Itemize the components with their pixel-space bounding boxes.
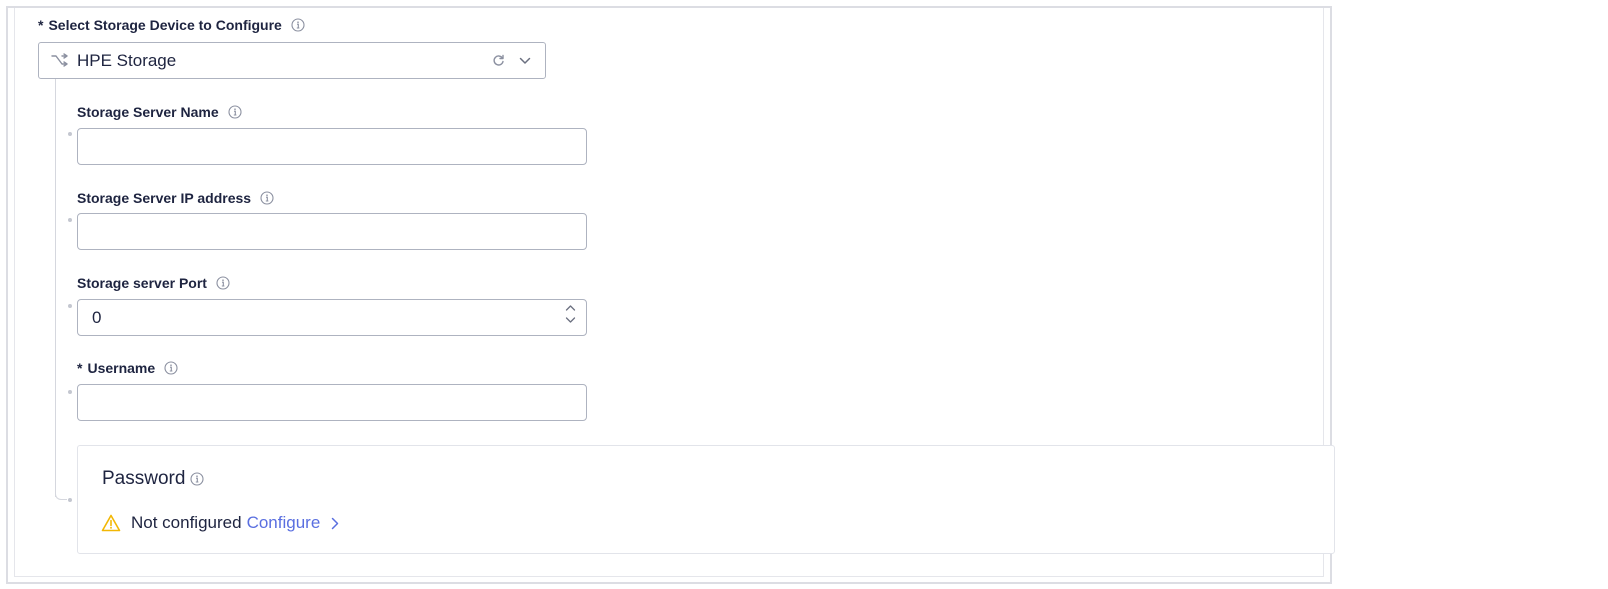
info-icon[interactable]	[291, 18, 305, 32]
server-port-stepper[interactable]	[77, 299, 587, 336]
tree-connector	[55, 79, 56, 497]
chevron-down-icon[interactable]	[519, 57, 531, 65]
tree-branch-end	[55, 492, 67, 500]
device-select-value: HPE Storage	[77, 50, 177, 70]
configure-link-label: Configure	[246, 513, 321, 532]
tree-node-dot	[68, 218, 72, 222]
tree-node-dot	[68, 390, 72, 394]
stepper-controls	[565, 304, 576, 324]
increment-icon[interactable]	[565, 304, 576, 312]
info-icon[interactable]	[228, 105, 242, 119]
server-port-label-text: Storage server Port	[77, 275, 207, 291]
info-icon[interactable]	[164, 361, 178, 375]
configure-link[interactable]: Configure	[247, 513, 340, 533]
server-port-input[interactable]	[78, 300, 538, 335]
warning-icon	[101, 514, 121, 532]
required-marker: *	[38, 17, 44, 33]
username-input[interactable]	[77, 384, 587, 421]
username-label-text: Username	[87, 360, 156, 376]
password-card: Password Not configured Configure	[77, 445, 1335, 554]
server-ip-label: Storage Server IP address	[77, 190, 274, 206]
password-status-text: Not configured	[131, 513, 242, 532]
server-ip-input[interactable]	[77, 213, 587, 250]
device-select-label: * Select Storage Device to Configure	[38, 17, 305, 33]
chevron-right-icon	[331, 517, 339, 530]
decrement-icon[interactable]	[565, 316, 576, 324]
server-name-input[interactable]	[77, 128, 587, 165]
tree-node-dot	[68, 132, 72, 136]
server-name-label: Storage Server Name	[77, 104, 242, 120]
device-select-label-text: Select Storage Device to Configure	[48, 17, 282, 33]
info-icon[interactable]	[190, 472, 204, 486]
server-port-label: Storage server Port	[77, 275, 230, 291]
refresh-icon[interactable]	[492, 54, 505, 67]
password-title: Password	[102, 468, 204, 490]
server-name-label-text: Storage Server Name	[77, 104, 219, 120]
required-marker: *	[77, 360, 83, 376]
tree-node-dot	[68, 498, 72, 502]
password-title-text: Password	[102, 468, 186, 489]
server-ip-label-text: Storage Server IP address	[77, 190, 252, 206]
info-icon[interactable]	[260, 191, 274, 205]
device-select[interactable]: HPE Storage	[38, 42, 546, 79]
username-label: * Username	[77, 360, 178, 376]
info-icon[interactable]	[216, 276, 230, 290]
password-status-row: Not configured Configure	[101, 513, 339, 533]
tree-node-dot	[68, 304, 72, 308]
branch-icon	[51, 52, 69, 69]
